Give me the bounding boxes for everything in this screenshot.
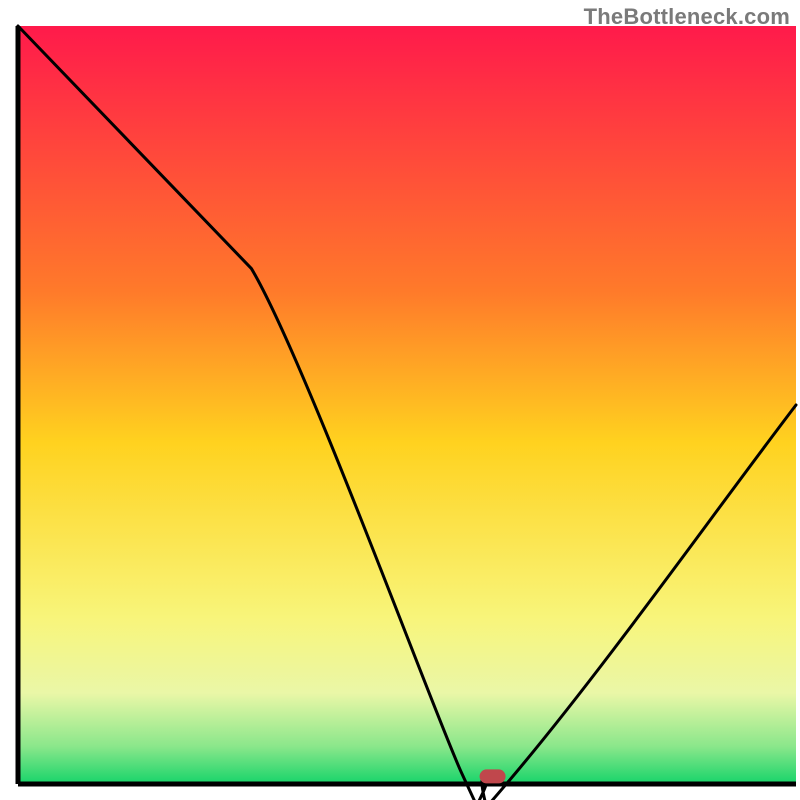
bottleneck-chart <box>0 0 800 800</box>
watermark-text: TheBottleneck.com <box>584 4 790 30</box>
chart-container: TheBottleneck.com <box>0 0 800 800</box>
plot-background <box>18 26 796 784</box>
optimal-point-marker <box>480 769 506 783</box>
